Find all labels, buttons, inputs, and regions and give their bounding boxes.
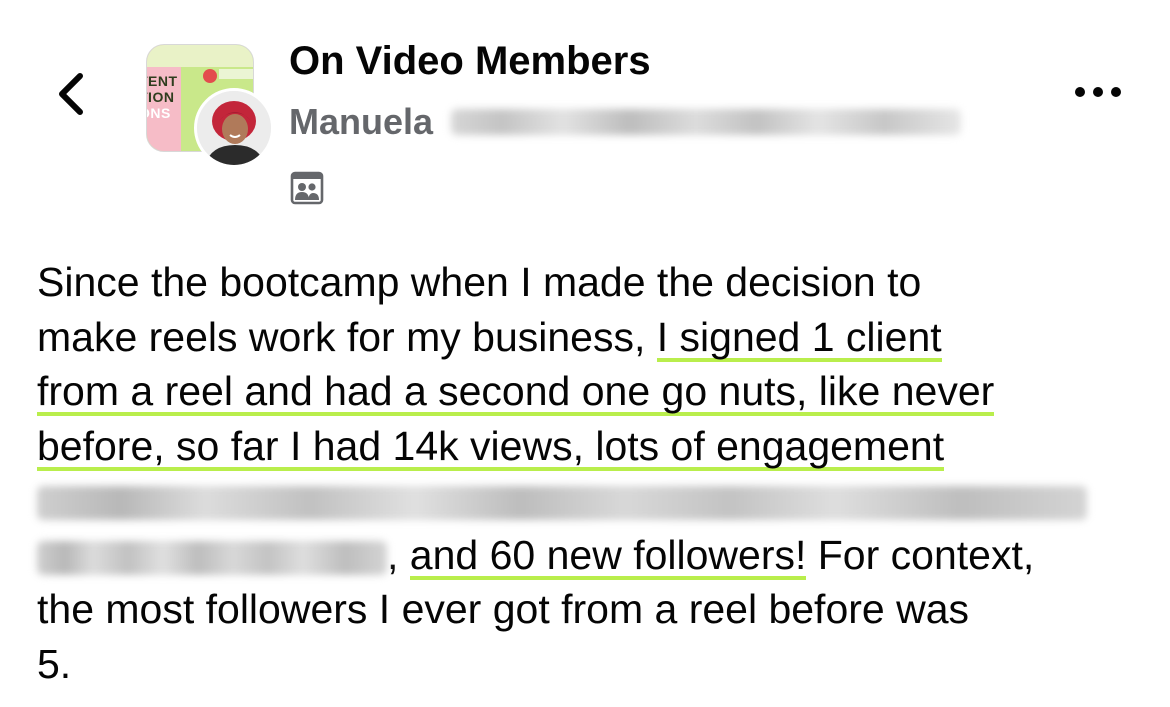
highlighted-text: from a reel and had a second one go nuts…	[37, 368, 995, 420]
back-button[interactable]	[52, 66, 92, 122]
group-thumbnail-text: TENT TION ONS	[147, 73, 178, 121]
post-line: , and 60 new followers! For context,	[37, 528, 1147, 584]
person-photo-icon	[197, 91, 271, 165]
thumbnail-caption	[219, 69, 253, 79]
redacted-text	[37, 486, 1087, 521]
group-name[interactable]: On Video Members	[289, 38, 651, 84]
post-line-redacted	[37, 473, 1147, 528]
post-line: Since the bootcamp when I made the decis…	[37, 259, 922, 305]
post-text: Since the bootcamp when I made the decis…	[37, 255, 1147, 691]
author-row: Manuela	[289, 99, 962, 145]
post-line: 5.	[37, 640, 72, 687]
post-line: make reels work for my business, I signe…	[37, 310, 1147, 366]
highlighted-text: and 60 new followers!	[409, 531, 807, 584]
group-avatar[interactable]: TENT TION ONS	[146, 44, 274, 168]
post-line: before, so far I had 14k views, lots of …	[37, 419, 1147, 475]
highlighted-text: before, so far I had 14k views, lots of …	[37, 422, 945, 475]
more-options-button[interactable]	[1066, 68, 1130, 116]
highlighted-text: I signed 1 client	[656, 313, 942, 366]
redacted-text	[37, 540, 387, 575]
member-profile-photo	[194, 88, 274, 168]
post-line: the most followers I ever got from a ree…	[37, 586, 970, 632]
chevron-left-icon	[59, 73, 83, 115]
members-group-icon	[289, 170, 325, 206]
thumbnail-badge	[203, 69, 217, 83]
post-line: from a reel and had a second one go nuts…	[37, 364, 1147, 420]
author-name[interactable]: Manuela	[289, 99, 433, 145]
more-horizontal-icon	[1075, 87, 1121, 97]
redacted-author-meta	[451, 109, 962, 135]
